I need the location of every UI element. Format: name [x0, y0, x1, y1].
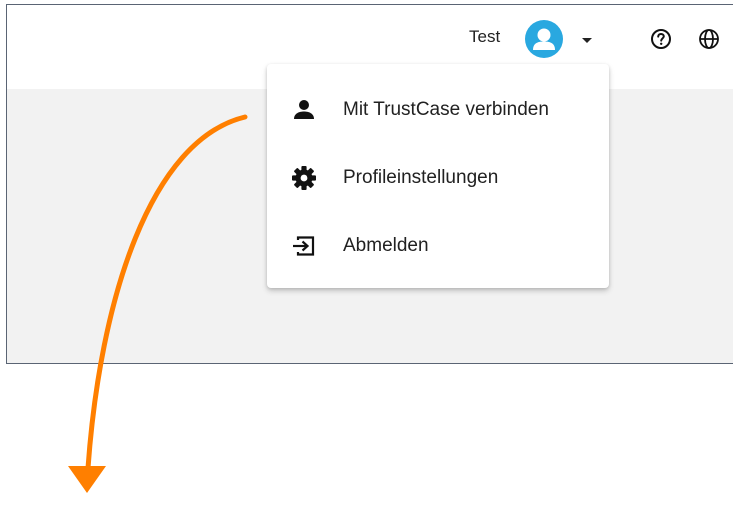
- annotation-arrow: [68, 114, 248, 493]
